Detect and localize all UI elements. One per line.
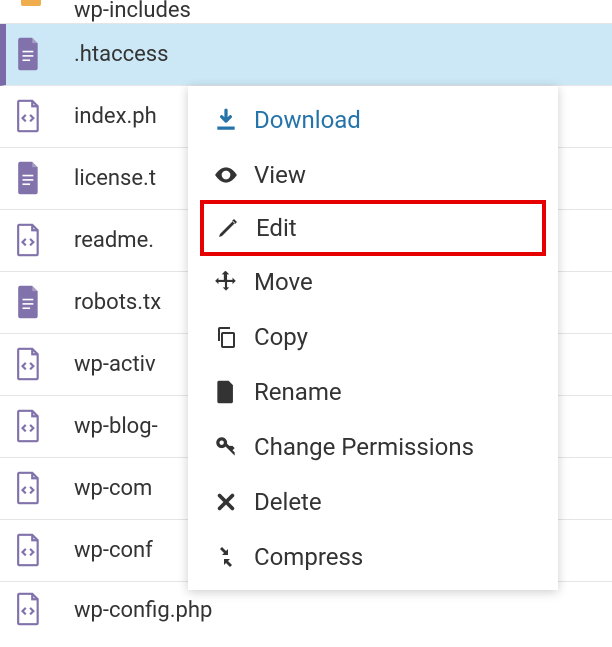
menu-copy[interactable]: Copy xyxy=(188,309,558,364)
move-icon xyxy=(212,268,240,296)
menu-label: View xyxy=(254,161,306,189)
download-icon xyxy=(212,106,240,134)
code-file-icon xyxy=(16,471,46,507)
key-icon xyxy=(212,433,240,461)
menu-label: Compress xyxy=(254,543,363,571)
menu-label: Rename xyxy=(254,378,342,406)
copy-icon xyxy=(212,323,240,351)
file-name: wp-includes xyxy=(74,0,191,23)
file-row[interactable]: wp-config.php xyxy=(0,582,612,638)
menu-label: Move xyxy=(254,268,313,296)
file-row-selected[interactable]: .htaccess xyxy=(0,24,612,86)
menu-label: Delete xyxy=(254,488,322,516)
menu-permissions[interactable]: Change Permissions xyxy=(188,419,558,474)
eye-icon xyxy=(212,161,240,189)
file-name: readme. xyxy=(74,228,154,253)
file-name: wp-conf xyxy=(74,538,153,563)
file-name: wp-com xyxy=(74,476,152,501)
file-name: .htaccess xyxy=(74,42,169,67)
context-menu: Download View Edit Move Copy Rename xyxy=(188,86,558,590)
file-name: wp-config.php xyxy=(74,598,212,623)
code-file-icon xyxy=(16,409,46,445)
file-name: robots.tx xyxy=(74,290,161,315)
compress-icon xyxy=(212,543,240,571)
document-icon xyxy=(16,285,46,321)
menu-label: Edit xyxy=(256,214,297,242)
menu-edit[interactable]: Edit xyxy=(200,200,546,256)
menu-compress[interactable]: Compress xyxy=(188,529,558,584)
code-file-icon xyxy=(16,592,46,628)
file-row[interactable]: wp-includes xyxy=(0,0,612,24)
code-file-icon xyxy=(16,99,46,135)
rename-icon xyxy=(212,378,240,406)
code-file-icon xyxy=(16,223,46,259)
file-name: index.ph xyxy=(74,104,157,129)
folder-icon xyxy=(16,0,46,23)
menu-view[interactable]: View xyxy=(188,147,558,202)
file-name: wp-blog- xyxy=(74,414,158,439)
menu-label: Change Permissions xyxy=(254,433,474,461)
menu-label: Copy xyxy=(254,323,308,351)
file-name: license.t xyxy=(74,166,156,191)
menu-download[interactable]: Download xyxy=(188,92,558,147)
code-file-icon xyxy=(16,533,46,569)
delete-icon xyxy=(212,488,240,516)
menu-delete[interactable]: Delete xyxy=(188,474,558,529)
menu-move[interactable]: Move xyxy=(188,254,558,309)
menu-rename[interactable]: Rename xyxy=(188,364,558,419)
file-name: wp-activ xyxy=(74,352,156,377)
menu-label: Download xyxy=(254,106,361,134)
code-file-icon xyxy=(16,347,46,383)
pencil-icon xyxy=(214,214,242,242)
document-icon xyxy=(16,37,46,73)
document-icon xyxy=(16,161,46,197)
